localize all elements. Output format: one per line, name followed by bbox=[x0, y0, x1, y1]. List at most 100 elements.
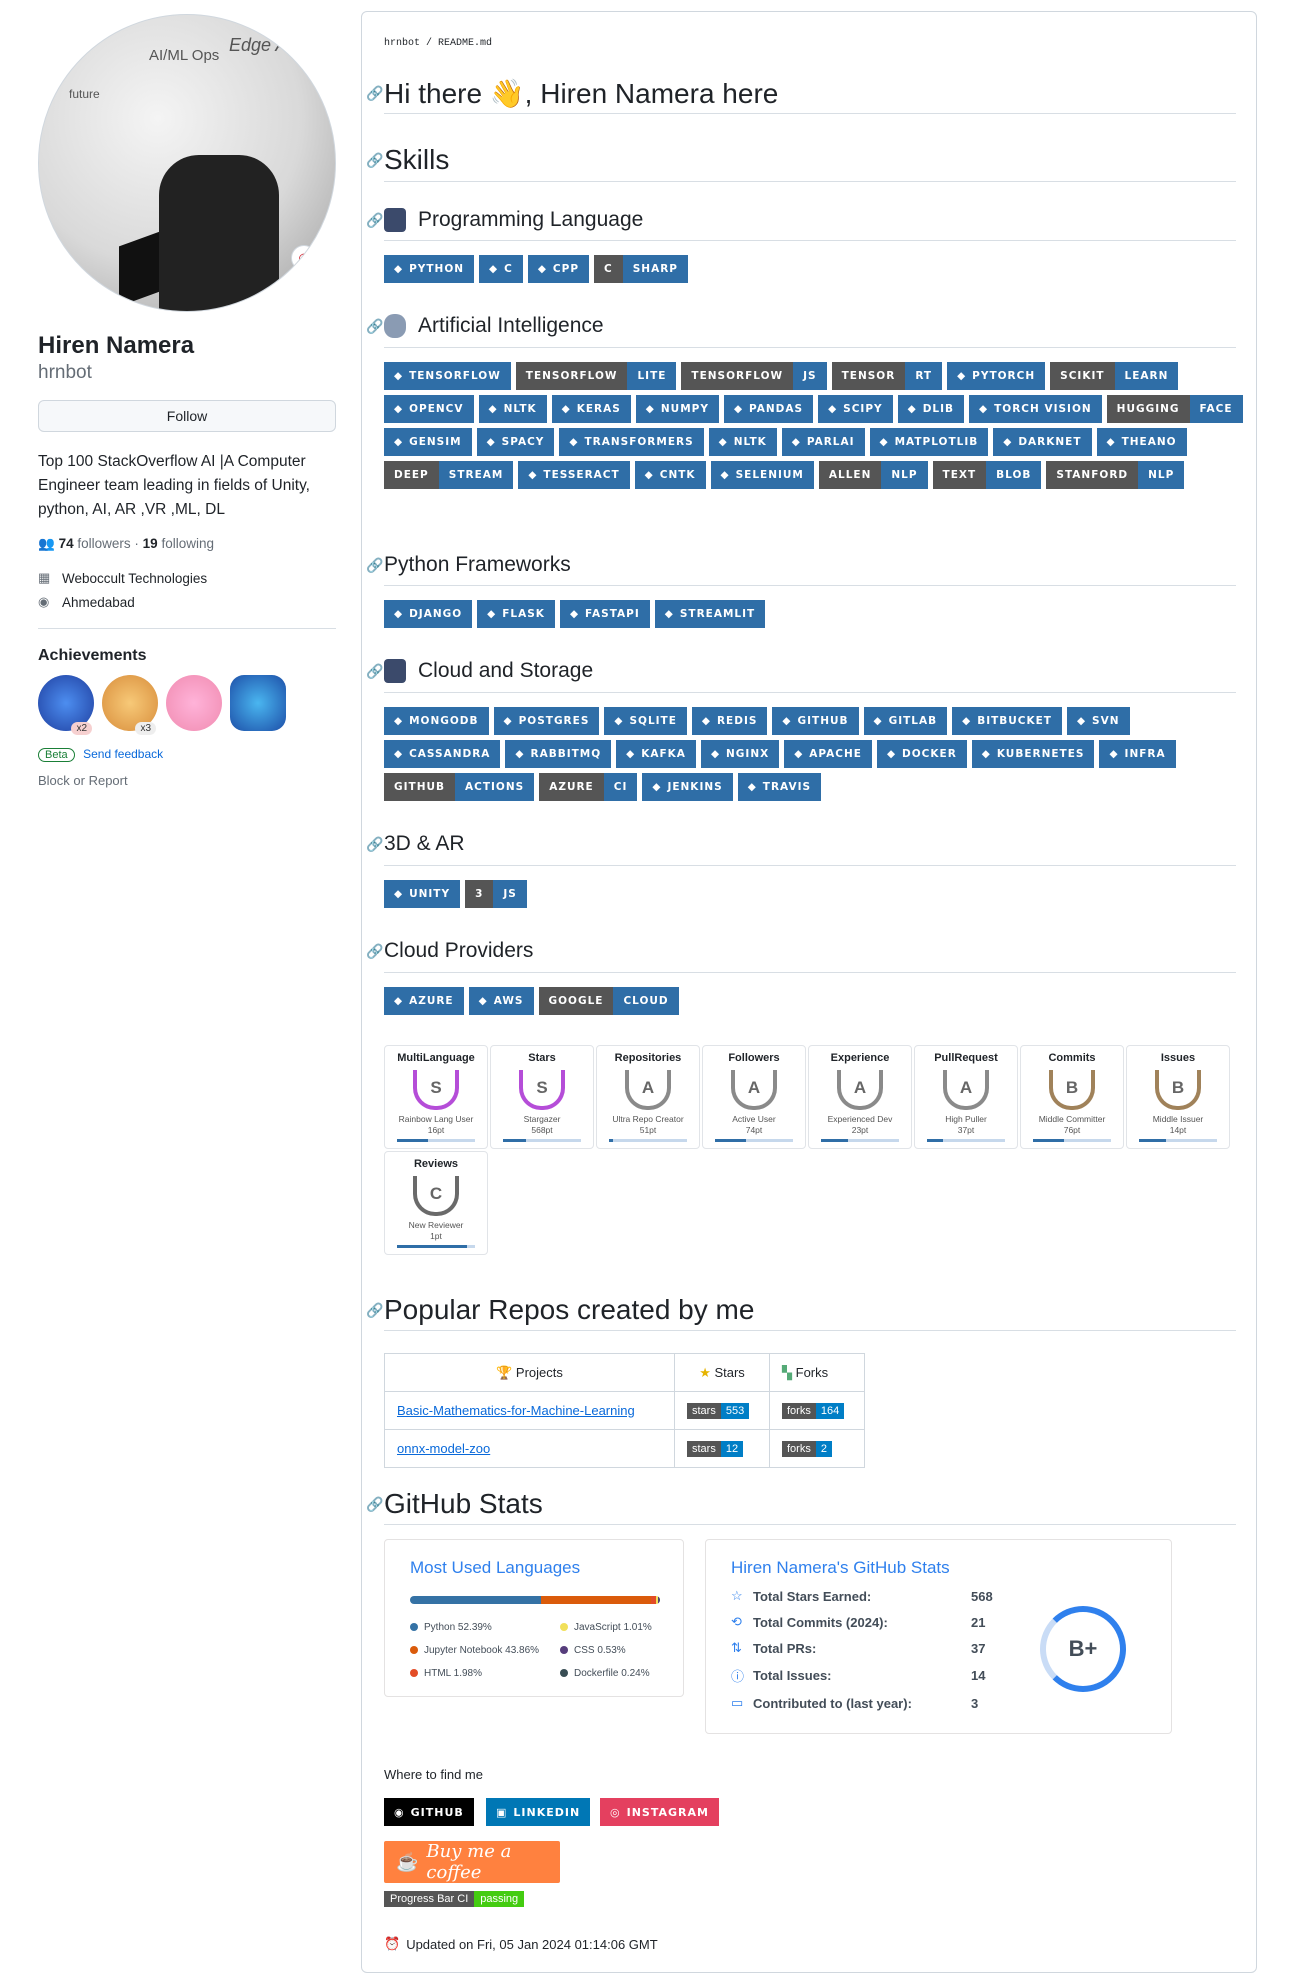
badge-flask[interactable]: ◆ FLASK bbox=[477, 600, 555, 628]
badge-nltk[interactable]: ◆ NLTK bbox=[478, 395, 547, 423]
badge-scipy[interactable]: ◆ SCIPY bbox=[818, 395, 893, 423]
badge-cassandra[interactable]: ◆ CASSANDRA bbox=[384, 740, 501, 768]
trophy-stars[interactable]: Stars S Stargazer 568pt bbox=[490, 1045, 594, 1149]
badge-jenkins[interactable]: ◆ JENKINS bbox=[642, 773, 733, 801]
github-social-button[interactable]: ◉ GITHUB bbox=[384, 1798, 474, 1826]
badge-rabbitmq[interactable]: ◆ RABBITMQ bbox=[505, 740, 612, 768]
buy-me-a-coffee-button[interactable]: ☕ Buy me a coffee bbox=[384, 1841, 560, 1883]
badge-keras[interactable]: ◆ KERAS bbox=[551, 395, 631, 423]
badge-kubernetes[interactable]: ◆ KUBERNETES bbox=[971, 740, 1095, 768]
status-target-icon[interactable]: ◎ bbox=[291, 245, 317, 271]
badge-stanford-nlp[interactable]: STANFORD NLP bbox=[1046, 461, 1185, 489]
badge-django[interactable]: ◆ DJANGO bbox=[384, 600, 473, 628]
badge-pandas[interactable]: ◆ PANDAS bbox=[723, 395, 814, 423]
badge-allen-nlp[interactable]: ALLEN NLP bbox=[818, 461, 928, 489]
badge-3-js[interactable]: 3 JS bbox=[465, 880, 527, 908]
link-icon[interactable]: 🔗 bbox=[366, 836, 384, 853]
link-icon[interactable]: 🔗 bbox=[366, 1302, 384, 1319]
stars-badge[interactable]: stars 12 bbox=[687, 1441, 744, 1457]
avatar[interactable]: AI/ML Ops Edge AI e future ◎ bbox=[38, 14, 336, 312]
badge-spacy[interactable]: ◆ SPACY bbox=[476, 428, 555, 456]
badge-apache[interactable]: ◆ APACHE bbox=[784, 740, 872, 768]
badge-c[interactable]: ◆ C bbox=[479, 255, 523, 283]
forks-badge[interactable]: forks 2 bbox=[782, 1441, 832, 1457]
badge-streamlit[interactable]: ◆ STREAMLIT bbox=[654, 600, 766, 628]
badge-github[interactable]: ◆ GITHUB bbox=[772, 707, 859, 735]
badge-gitlab[interactable]: ◆ GITLAB bbox=[863, 707, 948, 735]
badge-docker[interactable]: ◆ DOCKER bbox=[876, 740, 967, 768]
badge-svn[interactable]: ◆ SVN bbox=[1066, 707, 1130, 735]
badge-hugging-face[interactable]: HUGGING FACE bbox=[1106, 395, 1243, 423]
link-icon[interactable]: 🔗 bbox=[366, 943, 384, 960]
trophy-followers[interactable]: Followers A Active User 74pt bbox=[702, 1045, 806, 1149]
link-icon[interactable]: 🔗 bbox=[366, 663, 384, 680]
badge-tensor-rt[interactable]: TENSOR RT bbox=[831, 362, 943, 390]
badge-tensorflow[interactable]: ◆ TENSORFLOW bbox=[384, 362, 511, 390]
badge-nginx[interactable]: ◆ NGINX bbox=[700, 740, 780, 768]
badge-tensorflow-lite[interactable]: TENSORFLOW LITE bbox=[515, 362, 677, 390]
badge-dlib[interactable]: ◆ DLIB bbox=[897, 395, 965, 423]
badge-kafka[interactable]: ◆ KAFKA bbox=[616, 740, 696, 768]
follow-button[interactable]: Follow bbox=[38, 400, 336, 432]
trophy-commits[interactable]: Commits B Middle Committer 76pt bbox=[1020, 1045, 1124, 1149]
trophy-repositories[interactable]: Repositories A Ultra Repo Creator 51pt bbox=[596, 1045, 700, 1149]
badge-fastapi[interactable]: ◆ FASTAPI bbox=[559, 600, 650, 628]
block-report-link[interactable]: Block or Report bbox=[38, 773, 336, 788]
badge-pytorch[interactable]: ◆ PYTORCH bbox=[947, 362, 1046, 390]
link-icon[interactable]: 🔗 bbox=[366, 318, 384, 335]
trophy-reviews[interactable]: Reviews C New Reviewer 1pt bbox=[384, 1151, 488, 1255]
linkedin-social-button[interactable]: ▣ LINKEDIN bbox=[486, 1798, 591, 1826]
badge-gensim[interactable]: ◆ GENSIM bbox=[384, 428, 472, 456]
badge-cntk[interactable]: ◆ CNTK bbox=[634, 461, 706, 489]
trophy-issues[interactable]: Issues B Middle Issuer 14pt bbox=[1126, 1045, 1230, 1149]
badge-azure-ci[interactable]: AZURE CI bbox=[539, 773, 638, 801]
badge-postgres[interactable]: ◆ POSTGRES bbox=[493, 707, 600, 735]
badge-text-blob[interactable]: TEXT BLOB bbox=[932, 461, 1042, 489]
badge-infra[interactable]: ◆ INFRA bbox=[1099, 740, 1176, 768]
badge-sqlite[interactable]: ◆ SQLITE bbox=[604, 707, 687, 735]
badge-darknet[interactable]: ◆ DARKNET bbox=[993, 428, 1092, 456]
badge-redis[interactable]: ◆ REDIS bbox=[691, 707, 768, 735]
badge-scikit-learn[interactable]: SCIKIT LEARN bbox=[1050, 362, 1179, 390]
following-label[interactable]: following bbox=[161, 536, 214, 551]
achievement-starstruck-icon[interactable] bbox=[230, 675, 286, 731]
link-icon[interactable]: 🔗 bbox=[366, 152, 384, 169]
badge-bitbucket[interactable]: ◆ BITBUCKET bbox=[952, 707, 1062, 735]
trophy-experience[interactable]: Experience A Experienced Dev 23pt bbox=[808, 1045, 912, 1149]
badge-aws[interactable]: ◆ AWS bbox=[468, 987, 534, 1015]
badge-matplotlib[interactable]: ◆ MATPLOTLIB bbox=[869, 428, 989, 456]
link-icon[interactable]: 🔗 bbox=[366, 557, 384, 574]
link-icon[interactable]: 🔗 bbox=[366, 1496, 384, 1513]
badge-deep-stream[interactable]: DEEP STREAM bbox=[384, 461, 514, 489]
link-icon[interactable]: 🔗 bbox=[366, 212, 384, 229]
badge-torch-vision[interactable]: ◆ TORCH VISION bbox=[969, 395, 1102, 423]
achievement-shark-icon[interactable]: x2 bbox=[38, 675, 94, 735]
forks-badge[interactable]: forks 164 bbox=[782, 1403, 845, 1419]
send-feedback-link[interactable]: Send feedback bbox=[83, 747, 163, 761]
badge-nltk[interactable]: ◆ NLTK bbox=[708, 428, 777, 456]
following-count[interactable]: 19 bbox=[143, 536, 158, 551]
badge-tesseract[interactable]: ◆ TESSERACT bbox=[518, 461, 630, 489]
link-icon[interactable]: 🔗 bbox=[366, 85, 384, 102]
followers-label[interactable]: followers bbox=[77, 536, 130, 551]
badge-parlai[interactable]: ◆ PARLAI bbox=[781, 428, 865, 456]
badge-transformers[interactable]: ◆ TRANSFORMERS bbox=[559, 428, 704, 456]
trophy-multilanguage[interactable]: MultiLanguage S Rainbow Lang User 16pt bbox=[384, 1045, 488, 1149]
ci-badge[interactable]: Progress Bar CI passing bbox=[384, 1891, 525, 1907]
trophy-pullrequest[interactable]: PullRequest A High Puller 37pt bbox=[914, 1045, 1018, 1149]
languages-card[interactable]: Most Used Languages Python 52.39% JavaScr… bbox=[384, 1539, 684, 1697]
badge-theano[interactable]: ◆ THEANO bbox=[1096, 428, 1187, 456]
badge-selenium[interactable]: ◆ SELENIUM bbox=[710, 461, 814, 489]
stars-badge[interactable]: stars 553 bbox=[687, 1403, 750, 1419]
badge-python[interactable]: ◆ PYTHON bbox=[384, 255, 475, 283]
repo-link[interactable]: onnx-model-zoo bbox=[397, 1441, 490, 1456]
badge-mongodb[interactable]: ◆ MONGODB bbox=[384, 707, 489, 735]
badge-cpp[interactable]: ◆ CPP bbox=[527, 255, 590, 283]
repo-link[interactable]: Basic-Mathematics-for-Machine-Learning bbox=[397, 1403, 635, 1418]
badge-unity[interactable]: ◆ UNITY bbox=[384, 880, 461, 908]
badge-azure[interactable]: ◆ AZURE bbox=[384, 987, 464, 1015]
badge-opencv[interactable]: ◆ OPENCV bbox=[384, 395, 474, 423]
achievement-pair-icon[interactable]: x3 bbox=[102, 675, 158, 735]
badge-github-actions[interactable]: GITHUB ACTIONS bbox=[384, 773, 535, 801]
badge-tensorflow-js[interactable]: TENSORFLOW JS bbox=[681, 362, 827, 390]
